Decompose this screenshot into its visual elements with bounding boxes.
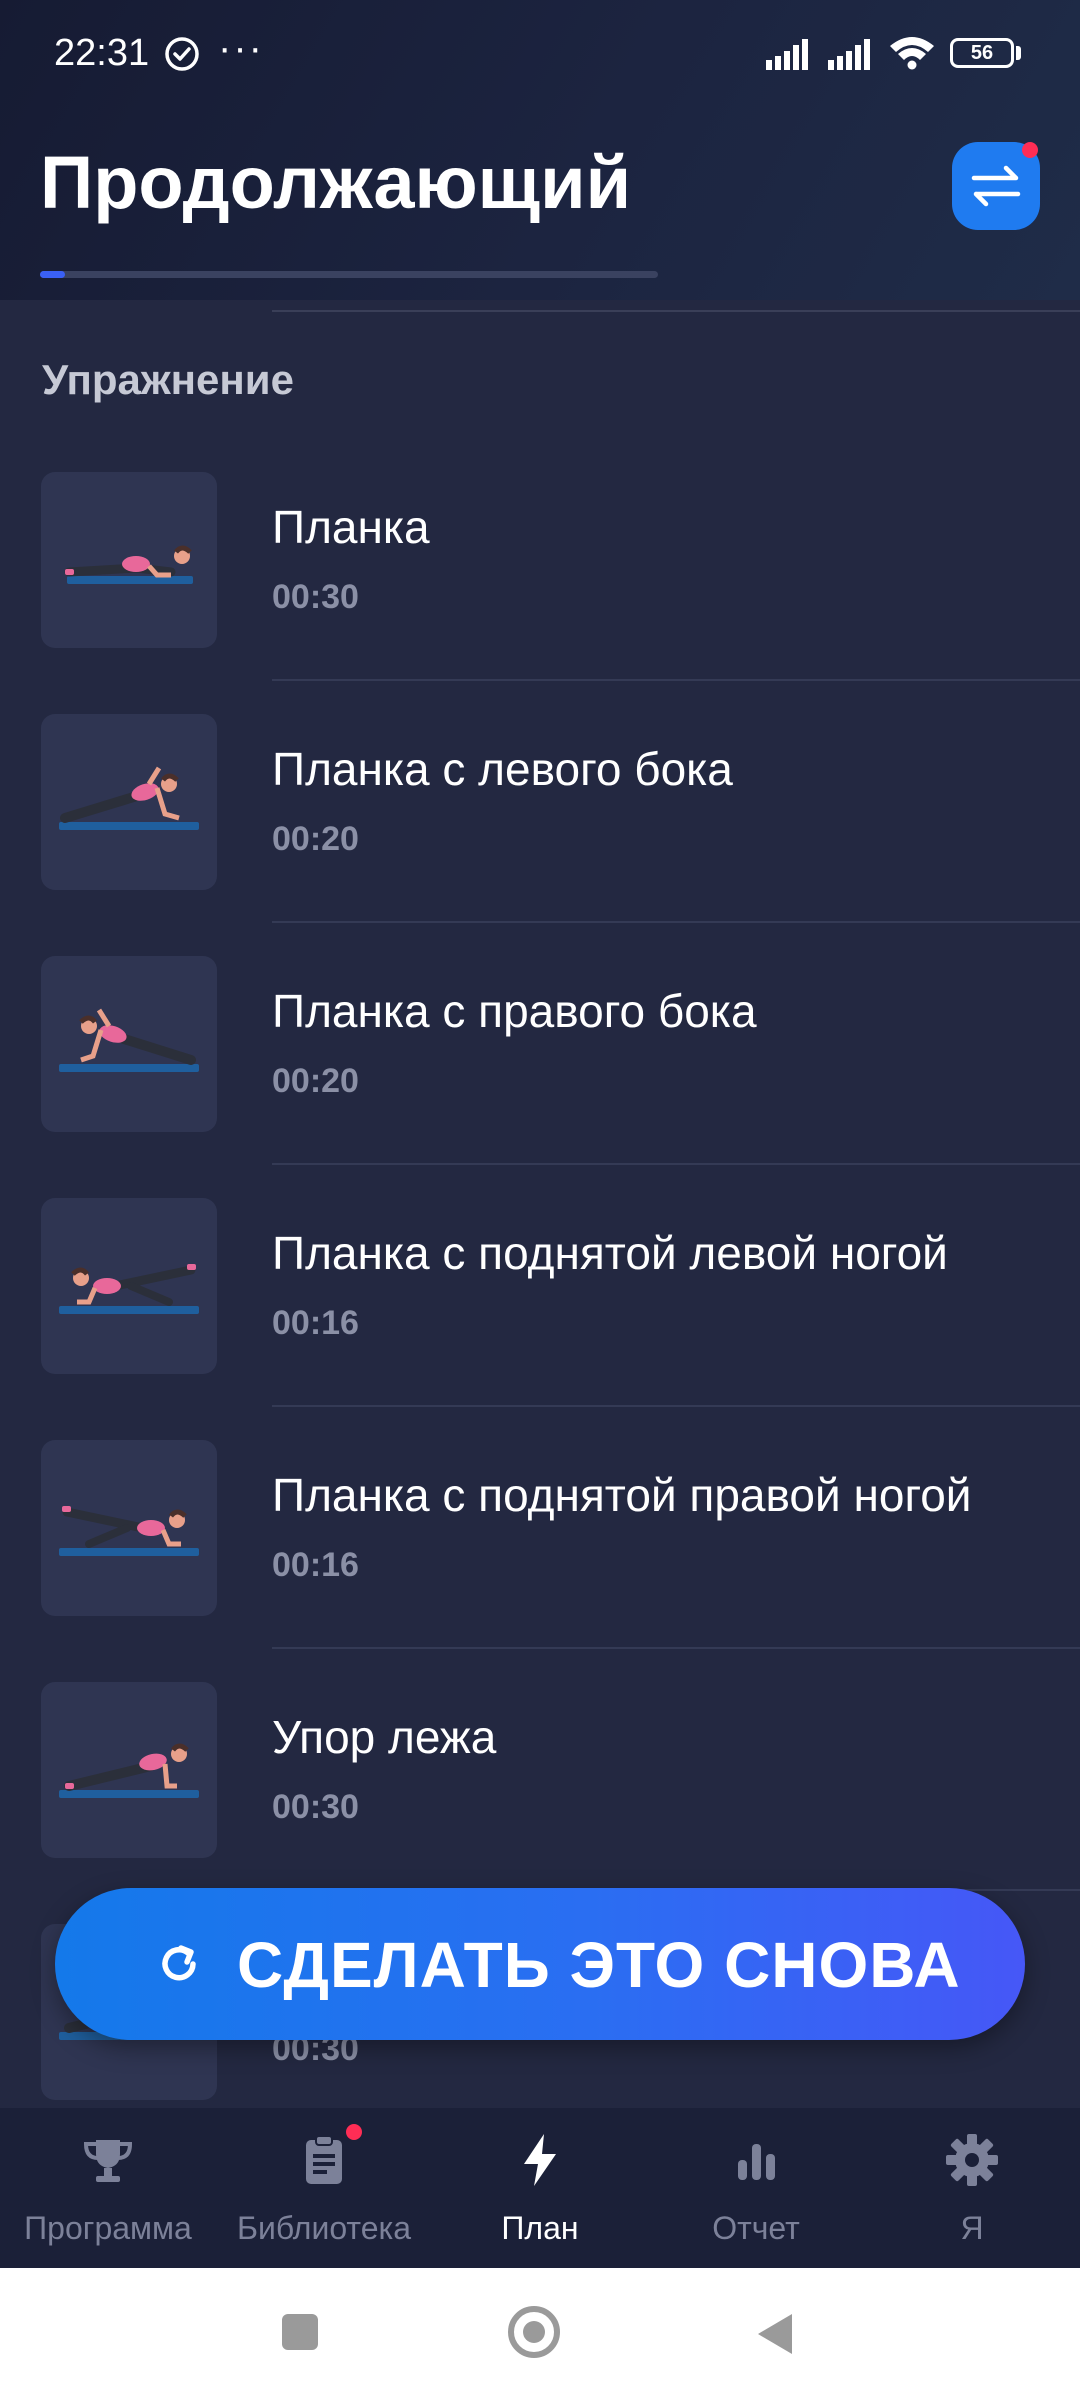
trophy-icon	[83, 2140, 133, 2182]
signal-icon	[766, 38, 816, 75]
gear-icon	[946, 2134, 998, 2186]
exercise-duration: 00:30	[272, 1788, 359, 1826]
exercise-name: Планка с правого бока	[272, 985, 757, 1037]
back-button[interactable]	[752, 2310, 796, 2358]
home-button[interactable]	[508, 2306, 560, 2358]
exercise-duration: 00:20	[272, 1062, 359, 1100]
battery-icon: 56	[950, 38, 1014, 68]
exercise-duration: 00:20	[272, 820, 359, 858]
wifi-icon	[888, 34, 936, 75]
list-item[interactable]: Планка с поднятой правой ногой 00:16	[0, 1428, 1080, 1670]
clipboard-icon	[306, 2135, 342, 2184]
nav-item-report[interactable]: Отчет	[648, 2108, 864, 2268]
status-time: 22:31	[54, 32, 150, 74]
divider	[272, 1163, 1080, 1165]
page-title: Продолжающий	[40, 141, 632, 224]
bottom-nav: Программа Библиотека План Отчет Я	[0, 2108, 1080, 2268]
exercise-name: Упор лежа	[272, 1711, 497, 1763]
divider	[272, 1647, 1080, 1649]
divider	[272, 310, 1080, 312]
sync-check-icon	[164, 36, 200, 72]
status-overflow-icon: ···	[218, 26, 264, 70]
battery-tip	[1016, 46, 1021, 60]
refresh-icon	[162, 1945, 196, 1981]
list-item[interactable]: Упор лежа 00:30	[0, 1670, 1080, 1912]
nav-label: Библиотека	[237, 2210, 411, 2246]
exercise-thumbnail	[41, 1682, 217, 1858]
divider	[272, 1405, 1080, 1407]
header: 22:31 ··· 56 Продолжающий	[0, 0, 1080, 300]
nav-label: План	[501, 2210, 579, 2246]
exercise-name: Планка	[272, 501, 430, 553]
list-item[interactable]: Планка 00:30	[0, 460, 1080, 702]
exercise-name: Планка с поднятой правой ногой	[272, 1469, 972, 1521]
nav-item-me[interactable]: Я	[864, 2108, 1080, 2268]
notification-badge	[346, 2124, 362, 2140]
do-again-button[interactable]: СДЕЛАТЬ ЭТО СНОВА	[55, 1888, 1025, 2040]
nav-item-program[interactable]: Программа	[0, 2108, 216, 2268]
exercise-name: Планка с левого бока	[272, 743, 733, 795]
home-icon	[523, 2321, 545, 2343]
bar-chart-icon	[738, 2144, 775, 2180]
battery-level: 56	[970, 42, 994, 64]
list-item[interactable]: Планка с поднятой левой ногой 00:16	[0, 1186, 1080, 1428]
section-label: Упражнение	[42, 356, 294, 403]
level-progress-bar	[40, 271, 658, 278]
nav-item-library[interactable]: Библиотека	[216, 2108, 432, 2268]
lightning-icon	[524, 2134, 556, 2186]
exercise-thumbnail	[41, 1198, 217, 1374]
system-nav-bar	[0, 2268, 1080, 2400]
signal-icon	[828, 38, 878, 75]
exercise-thumbnail	[41, 714, 217, 890]
exercise-duration: 00:30	[272, 578, 359, 616]
swap-arrows-icon	[971, 165, 1021, 207]
list-item[interactable]: Планка с левого бока 00:20	[0, 702, 1080, 944]
exercise-name: Планка с поднятой левой ногой	[272, 1227, 948, 1279]
divider	[272, 921, 1080, 923]
list-item[interactable]: Планка с правого бока 00:20	[0, 944, 1080, 1186]
nav-label: Отчет	[712, 2210, 800, 2246]
exercise-thumbnail	[41, 956, 217, 1132]
level-progress-fill	[40, 271, 65, 278]
exercise-duration: 00:16	[272, 1304, 359, 1342]
exercise-thumbnail	[41, 472, 217, 648]
do-again-label: СДЕЛАТЬ ЭТО СНОВА	[237, 1929, 961, 2001]
nav-label: Программа	[24, 2210, 192, 2246]
nav-item-plan[interactable]: План	[432, 2108, 648, 2268]
divider	[272, 679, 1080, 681]
exercise-duration: 00:16	[272, 1546, 359, 1584]
exercise-thumbnail	[41, 1440, 217, 1616]
notification-badge	[1022, 142, 1038, 158]
recents-button[interactable]	[282, 2314, 318, 2350]
status-bar: 22:31 ··· 56	[0, 0, 1080, 110]
nav-label: Я	[960, 2210, 984, 2246]
